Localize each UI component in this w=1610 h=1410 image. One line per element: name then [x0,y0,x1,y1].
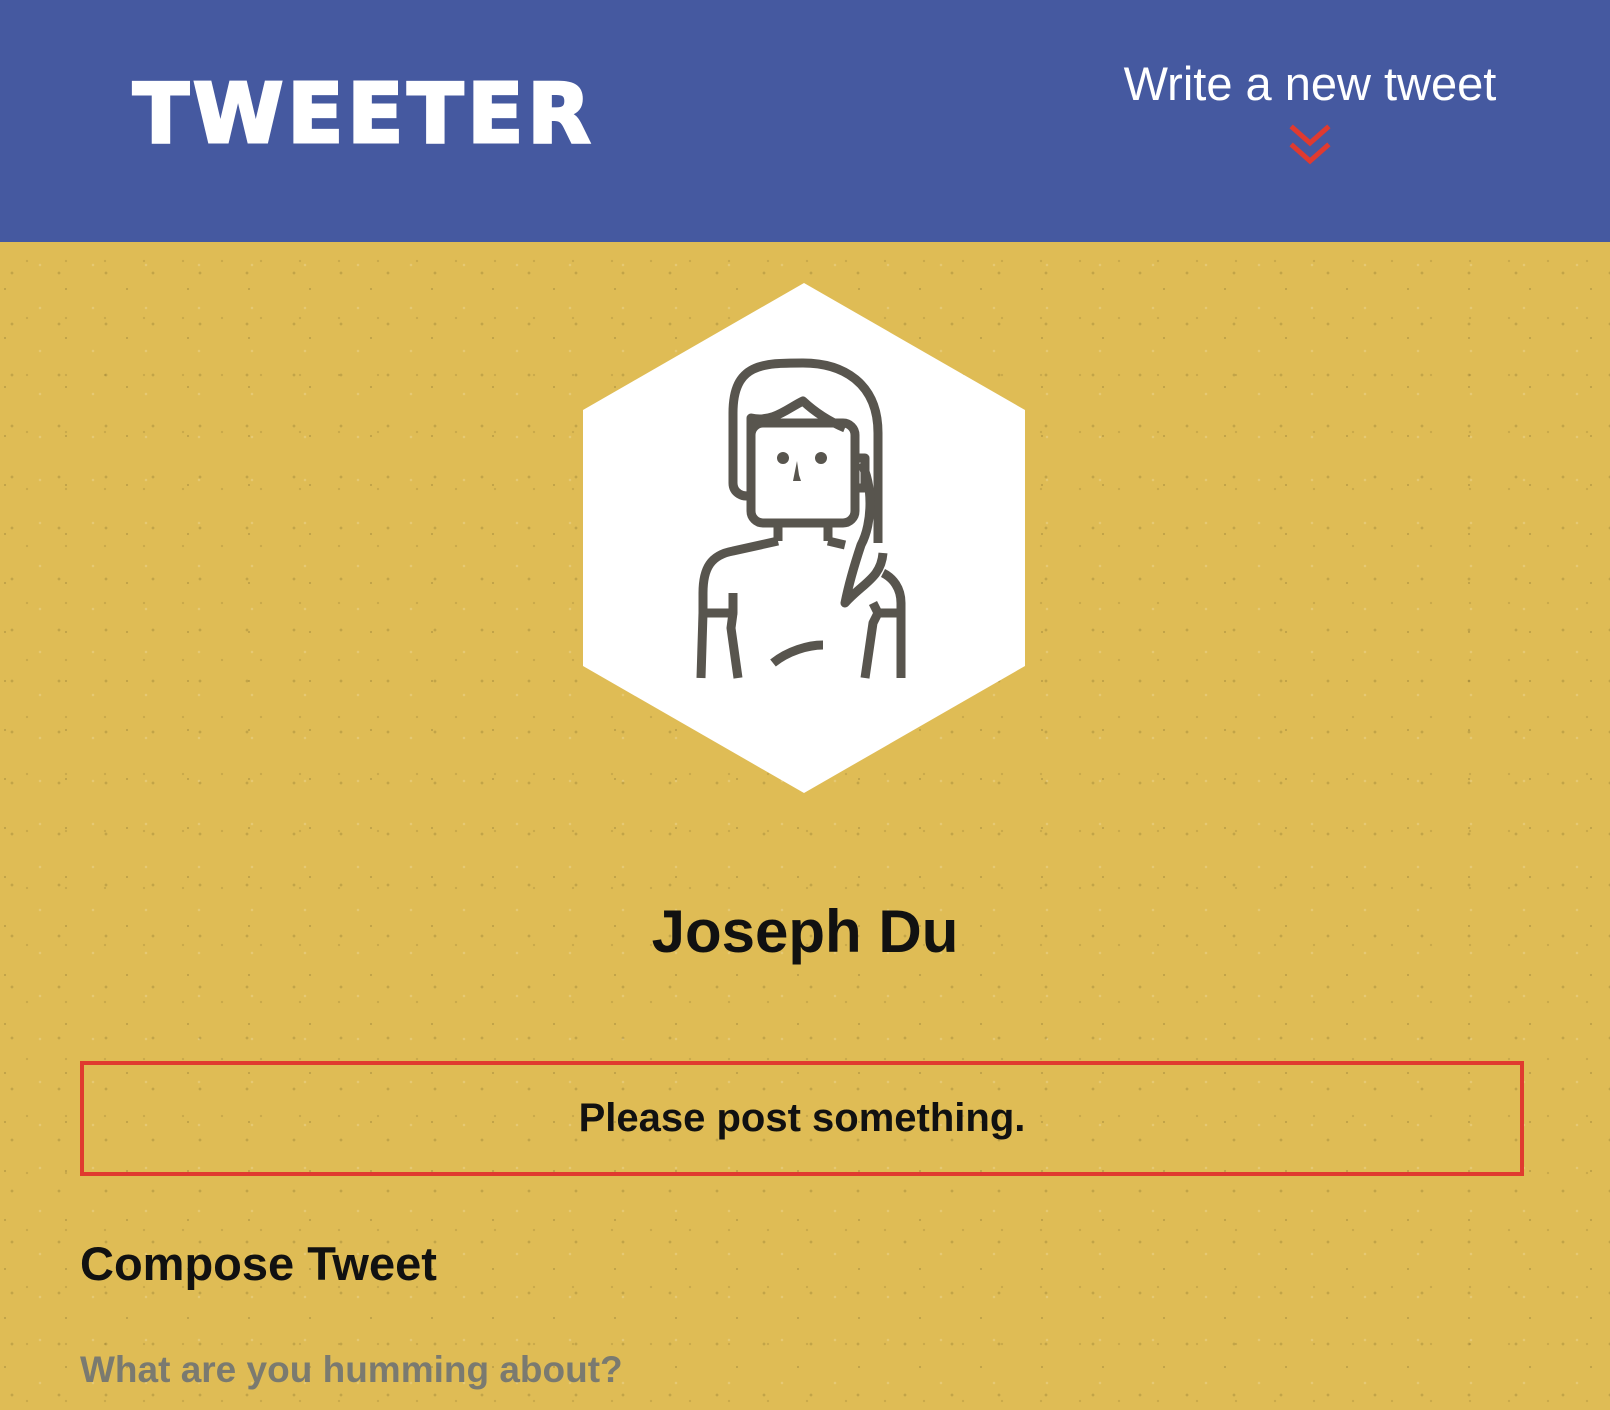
top-navbar: TWEETER Write a new tweet [0,0,1610,242]
user-avatar-icon [583,283,1025,793]
app-root: TWEETER Write a new tweet Joseph Du Plea… [0,0,1610,1410]
tweet-text-input[interactable] [80,1346,1524,1402]
compose-tweet-heading: Compose Tweet [80,1237,437,1290]
brand-logo[interactable]: TWEETER [132,72,595,157]
error-message-text: Please post something. [578,1096,1026,1140]
write-new-tweet-label[interactable]: Write a new tweet [1120,56,1500,112]
error-message-box: Please post something. [80,1061,1524,1176]
write-new-tweet-toggle[interactable]: Write a new tweet [1120,56,1500,170]
double-chevron-down-icon[interactable] [1289,124,1331,170]
profile-name: Joseph Du [651,898,959,965]
